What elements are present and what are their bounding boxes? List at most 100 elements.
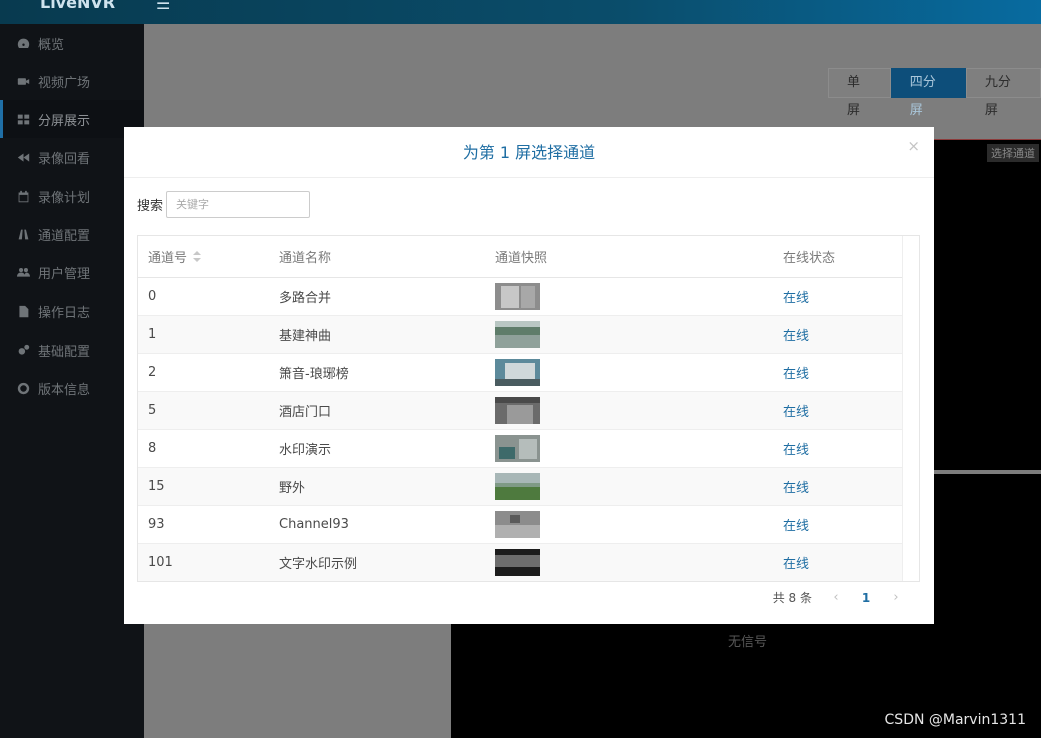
column-header-snapshot: 通道快照 <box>485 236 773 278</box>
sidebar-item-label: 版本信息 <box>38 382 91 398</box>
channel-name: 多路合并 <box>269 277 485 316</box>
road-icon <box>16 227 30 241</box>
video-camera-icon <box>16 74 30 88</box>
sidebar-item-split-screen[interactable]: 分屏展示 <box>0 100 144 138</box>
column-header-channel-id[interactable]: 通道号 <box>138 236 269 278</box>
column-header-channel-name: 通道名称 <box>269 236 485 278</box>
online-status-link[interactable]: 在线 <box>783 443 809 458</box>
snapshot-thumbnail[interactable] <box>495 548 540 576</box>
sidebar-item-overview[interactable]: 概览 <box>0 24 144 62</box>
online-status-link[interactable]: 在线 <box>783 367 809 382</box>
calendar-icon <box>16 189 30 203</box>
table-row[interactable]: 101 文字水印示例 在线 <box>138 543 903 581</box>
table-scrollbar[interactable] <box>902 236 919 581</box>
sidebar-item-label: 分屏展示 <box>38 113 91 129</box>
search-input[interactable] <box>166 191 311 218</box>
channel-name: 文字水印示例 <box>269 543 485 581</box>
snapshot-thumbnail[interactable] <box>495 358 540 386</box>
channel-name: 野外 <box>269 467 485 506</box>
app-logo: LiveNVR <box>40 0 116 12</box>
sidebar-item-video-square[interactable]: 视频广场 <box>0 62 144 100</box>
table-row[interactable]: 93 Channel93 在线 <box>138 505 903 544</box>
search-row: 搜索 <box>137 191 311 218</box>
sidebar-item-label: 操作日志 <box>38 305 91 321</box>
four-screen-button[interactable]: 四分屏 <box>890 68 966 118</box>
dashboard-icon <box>16 36 30 50</box>
sidebar-item-version-info[interactable]: 版本信息 <box>0 369 144 407</box>
table-row[interactable]: 0 多路合并 在线 <box>138 277 903 316</box>
sidebar-item-label: 概览 <box>38 37 65 53</box>
snapshot-thumbnail[interactable] <box>495 510 540 538</box>
menu-toggle-icon[interactable]: ☰ <box>156 0 170 13</box>
pagination: 共 8 条 ‹ 1 › <box>773 589 908 606</box>
channel-id: 15 <box>138 467 269 506</box>
channel-name: 水印演示 <box>269 429 485 468</box>
no-signal-text: 无信号 <box>728 635 768 650</box>
channel-name: 基建神曲 <box>269 315 485 354</box>
channel-name: 酒店门口 <box>269 391 485 430</box>
online-status-link[interactable]: 在线 <box>783 557 809 572</box>
snapshot-thumbnail[interactable] <box>495 320 540 348</box>
table-row[interactable]: 15 野外 在线 <box>138 467 903 506</box>
sidebar-item-operation-log[interactable]: 操作日志 <box>0 292 144 330</box>
watermark-text: CSDN @Marvin1311 <box>884 712 1026 728</box>
screen-layout-switch: 单屏 四分屏 九分屏 <box>828 68 1041 118</box>
channel-id: 5 <box>138 391 269 430</box>
gears-icon <box>16 343 30 357</box>
close-icon[interactable]: × <box>907 137 920 155</box>
snapshot-thumbnail[interactable] <box>495 396 540 424</box>
table-header-row: 通道号 通道名称 通道快照 在线状态 <box>138 236 903 278</box>
prev-page-icon[interactable]: ‹ <box>824 590 848 605</box>
select-channel-modal: 为第 1 屏选择通道 × 搜索 通道号 通道名称 通道快照 在线状态 0 多路合… <box>124 127 934 624</box>
online-status-link[interactable]: 在线 <box>783 291 809 306</box>
users-icon <box>16 265 30 279</box>
channel-name: Channel93 <box>269 505 485 544</box>
sidebar-item-label: 视频广场 <box>38 75 91 91</box>
channel-id: 1 <box>138 315 269 354</box>
rewind-icon <box>16 150 30 164</box>
online-status-link[interactable]: 在线 <box>783 519 809 534</box>
channel-table: 通道号 通道名称 通道快照 在线状态 0 多路合并 在线 1 基建神曲 在线 2… <box>137 235 920 582</box>
channel-id: 93 <box>138 505 269 544</box>
nine-screen-button[interactable]: 九分屏 <box>965 68 1041 118</box>
grid-icon <box>16 112 30 126</box>
select-channel-button[interactable]: 选择通道 <box>987 144 1039 162</box>
modal-header: 为第 1 屏选择通道 × <box>124 127 934 178</box>
sidebar-item-label: 用户管理 <box>38 266 91 282</box>
online-status-link[interactable]: 在线 <box>783 405 809 420</box>
table-row[interactable]: 2 箫音-琅琊榜 在线 <box>138 353 903 392</box>
table-row[interactable]: 5 酒店门口 在线 <box>138 391 903 430</box>
sidebar-item-playback[interactable]: 录像回看 <box>0 138 144 176</box>
next-page-icon[interactable]: › <box>884 590 908 605</box>
sidebar-item-record-plan[interactable]: 录像计划 <box>0 177 144 215</box>
search-label: 搜索 <box>137 199 164 214</box>
sidebar-item-label: 基础配置 <box>38 344 91 360</box>
channel-id: 8 <box>138 429 269 468</box>
sidebar-item-label: 录像回看 <box>38 151 91 167</box>
online-status-link[interactable]: 在线 <box>783 481 809 496</box>
total-count: 共 8 条 <box>772 591 812 605</box>
single-screen-button[interactable]: 单屏 <box>828 68 891 118</box>
sidebar-item-label: 通道配置 <box>38 228 91 244</box>
sort-icon[interactable] <box>193 250 202 266</box>
lifebuoy-icon <box>16 381 30 395</box>
column-header-status: 在线状态 <box>773 236 903 278</box>
top-header: LiveNVR ☰ <box>0 0 1041 24</box>
page-number[interactable]: 1 <box>854 591 878 605</box>
channel-id: 101 <box>138 543 269 581</box>
sidebar-item-channel-config[interactable]: 通道配置 <box>0 215 144 253</box>
sidebar-item-user-management[interactable]: 用户管理 <box>0 253 144 291</box>
table-row[interactable]: 1 基建神曲 在线 <box>138 315 903 354</box>
file-icon <box>16 304 30 318</box>
channel-name: 箫音-琅琊榜 <box>269 353 485 392</box>
modal-title: 为第 1 屏选择通道 <box>462 143 596 162</box>
table-row[interactable]: 8 水印演示 在线 <box>138 429 903 468</box>
channel-id: 2 <box>138 353 269 392</box>
snapshot-thumbnail[interactable] <box>495 282 540 310</box>
online-status-link[interactable]: 在线 <box>783 329 809 344</box>
sidebar: 概览 视频广场 分屏展示 录像回看 录像计划 通道配置 用户管理 操作日志 基础… <box>0 24 144 738</box>
sidebar-item-basic-config[interactable]: 基础配置 <box>0 331 144 369</box>
snapshot-thumbnail[interactable] <box>495 472 540 500</box>
snapshot-thumbnail[interactable] <box>495 434 540 462</box>
channel-id: 0 <box>138 277 269 316</box>
